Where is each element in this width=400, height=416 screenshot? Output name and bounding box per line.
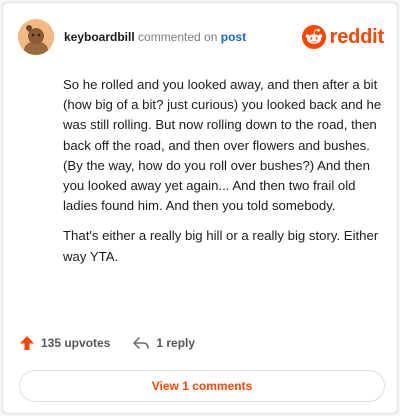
post-link[interactable]: post (221, 30, 246, 44)
comment-paragraph: So he rolled and you looked away, and th… (63, 77, 382, 214)
reddit-logo[interactable]: reddit (301, 25, 385, 49)
comment-paragraph: That's either a really big hill or a rea… (63, 228, 379, 264)
username-link[interactable]: keyboardbill (64, 30, 135, 44)
upvote-button[interactable]: 135 upvotes (19, 335, 110, 351)
comment-body: So he rolled and you looked away, and th… (63, 75, 383, 277)
upvote-arrow-icon (20, 336, 34, 350)
comment-card: keyboardbill commented on post reddit So… (2, 2, 398, 414)
avatar[interactable] (18, 19, 54, 55)
reply-button[interactable]: 1 reply (132, 335, 195, 351)
view-comments-button[interactable]: View 1 comments (19, 370, 385, 402)
reddit-snoo-icon (301, 25, 326, 49)
action-text: commented on (138, 30, 218, 44)
comment-actions: 135 upvotes 1 reply (19, 335, 217, 351)
comment-meta: keyboardbill commented on post (64, 30, 302, 44)
reply-arrow-icon (133, 337, 150, 349)
reddit-wordmark: reddit (329, 25, 385, 48)
upvote-count: 135 upvotes (41, 336, 111, 350)
reply-count: 1 reply (156, 336, 196, 350)
comment-header: keyboardbill commented on post reddit (18, 17, 384, 57)
